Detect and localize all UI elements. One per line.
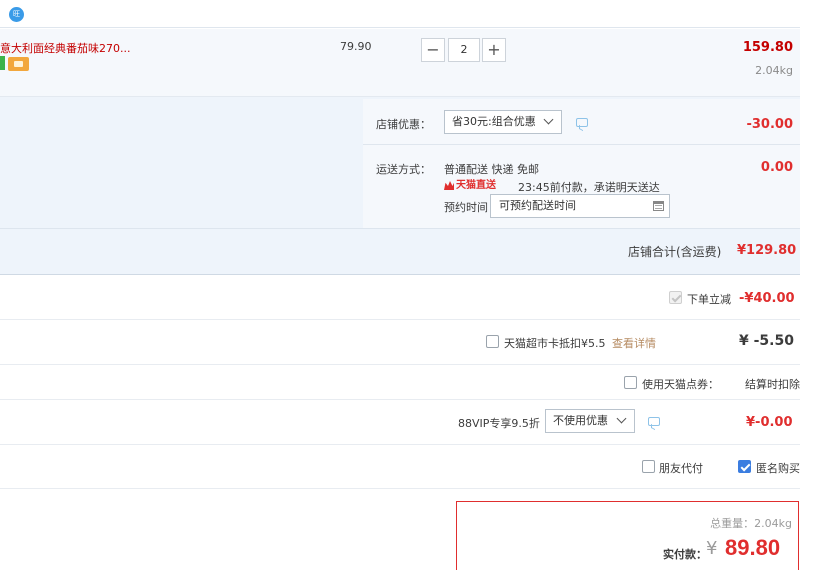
divider [0,228,800,229]
supermarket-card-checkbox[interactable] [486,335,499,348]
shop-total-label: 店铺合计(含运费) [628,245,722,259]
divider [0,444,800,445]
divider [0,364,800,365]
calendar-icon [653,201,664,211]
card-payment-icon [8,57,29,71]
anonymous-purchase-checkbox[interactable] [738,460,751,473]
shop-promo-select[interactable]: 省30元:组合优惠 [444,110,562,134]
shop-total-value: ¥129.80 [737,243,797,258]
tmall-direct-badge: 天猫直送 [444,179,498,192]
item-subtotal: 159.80 [742,40,793,55]
appointment-placeholder: 可预约配送时间 [499,199,576,212]
shipping-label: 运送方式： [376,163,431,176]
quantity-increase-button[interactable]: + [482,38,506,62]
comment-icon[interactable] [576,118,588,127]
pay-currency: ¥ [706,538,718,559]
divider [0,319,800,320]
divider [0,488,800,489]
chevron-down-icon [616,413,627,424]
anonymous-purchase-label: 匿名购买 [756,462,800,475]
supermarket-card-details-link[interactable]: 查看详情 [612,335,656,351]
quantity-input[interactable]: 2 [448,38,480,62]
total-weight: 总重量：2.04kg [710,517,792,530]
quantity-decrease-button[interactable]: − [421,38,445,62]
order-discount-label: 下单立减 [687,293,731,306]
shop-promo-value: 省30元:组合优惠 [452,115,536,128]
friend-pay-label: 朋友代付 [659,462,703,475]
pay-label: 实付款： [663,548,707,561]
chevron-down-icon [543,114,554,125]
top-strip [0,0,800,28]
vip-discount-select[interactable]: 不使用优惠 [545,409,635,433]
item-title-link[interactable]: 意大利面经典番茄味270... [0,40,131,56]
supermarket-card-value: ¥ -5.50 [739,333,794,349]
comment-icon[interactable] [648,417,660,426]
shipping-amount: 0.00 [760,160,793,175]
points-label: 使用天猫点券： [642,378,719,391]
unit-price: 79.90 [340,40,372,53]
points-checkbox[interactable] [624,376,637,389]
friend-pay-checkbox[interactable] [642,460,655,473]
appointment-label: 预约时间 [444,201,488,214]
delivery-promise: 23:45前付款，承诺明天送达 [518,181,660,194]
vip-label: 88VIP专享9.5折 [458,417,540,430]
divider [0,399,800,400]
order-discount-checkbox [669,291,682,304]
shop-promo-amount: -30.00 [746,117,793,132]
vip-discount-value: ¥-0.00 [746,415,793,430]
points-value: 结算时扣除 [745,378,800,391]
order-discount-value: -¥40.00 [739,291,795,306]
shipping-method: 普通配送 快递 免邮 [444,163,539,176]
vip-select-value: 不使用优惠 [553,414,608,427]
supermarket-card-label: 天猫超市卡抵扣¥5.5 [504,337,606,350]
service-tag-icon [0,56,5,70]
item-weight: 2.04kg [755,64,793,77]
divider [363,144,800,145]
shop-promo-label: 店铺优惠： [376,118,431,131]
pay-amount: 89.80 [725,535,781,560]
wangwang-chat-icon[interactable]: 旺 [9,7,24,22]
appointment-time-input[interactable]: 可预约配送时间 [490,194,670,218]
